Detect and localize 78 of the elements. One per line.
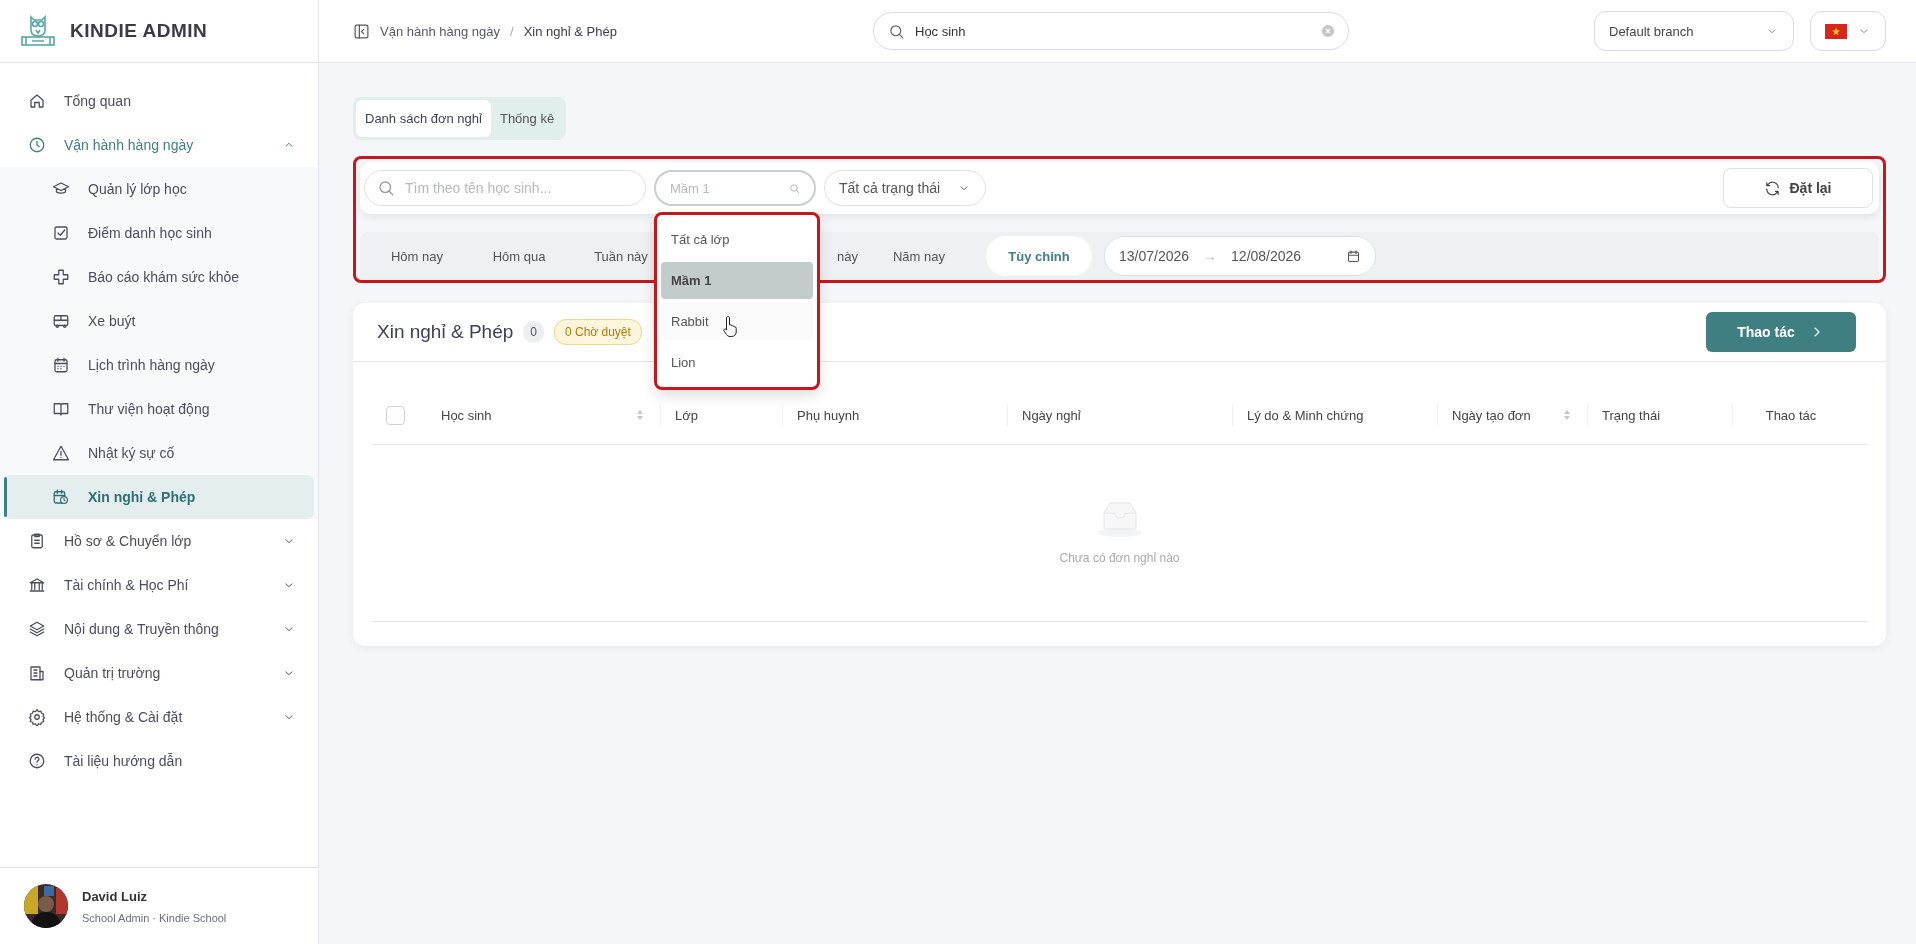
select-all-checkbox[interactable] — [386, 405, 405, 425]
count-badge: 0 — [523, 321, 544, 343]
period-tab[interactable]: này — [824, 236, 868, 276]
logo-icon — [20, 15, 56, 47]
dropdown-option[interactable]: Lion — [661, 344, 813, 381]
sidebar-item[interactable]: Lịch trình hàng ngày — [0, 343, 318, 387]
sidebar-item[interactable]: Xe buýt — [0, 299, 318, 343]
period-tab[interactable]: Năm nay — [868, 236, 970, 276]
reset-button[interactable]: Đặt lại — [1723, 168, 1873, 208]
column-header[interactable]: Phụ huynh — [782, 404, 1007, 426]
plus-cross-icon — [52, 268, 70, 286]
calendar-icon — [52, 356, 70, 374]
clipboard-icon — [28, 532, 46, 550]
sidebar-item[interactable]: Quản trị trường — [0, 651, 318, 695]
calendar-icon — [1346, 248, 1361, 264]
sidebar-item[interactable]: Tổng quan — [0, 79, 318, 123]
sort-icon[interactable] — [636, 409, 644, 421]
building-icon — [28, 664, 46, 682]
view-tab[interactable]: Thống kê — [490, 100, 564, 137]
sidebar-item[interactable]: Hệ thống & Cài đặt — [0, 695, 318, 739]
column-header[interactable]: Ngày tạo đơn — [1437, 404, 1587, 426]
breadcrumb-separator: / — [510, 23, 514, 39]
date-range-field[interactable]: 13/07/2026 → 12/08/2026 — [1104, 236, 1376, 276]
sidebar-item[interactable]: Hồ sơ & Chuyển lớp — [0, 519, 318, 563]
checkbox-icon — [52, 224, 70, 242]
sidebar-toggle-icon — [353, 22, 370, 40]
dropdown-option[interactable]: Mầm 1 — [661, 262, 813, 299]
language-select[interactable] — [1810, 11, 1886, 51]
flag-icon — [1825, 23, 1847, 39]
sidebar-item[interactable]: Quản lý lớp học — [0, 167, 318, 211]
column-header[interactable]: Học sinh — [427, 404, 660, 426]
sidebar-item[interactable]: Thư viện hoạt động — [0, 387, 318, 431]
bank-icon — [28, 576, 46, 594]
sidebar-item[interactable]: Tài chính & Học Phí — [0, 563, 318, 607]
sidebar-item[interactable]: Điểm danh học sinh — [0, 211, 318, 255]
column-header[interactable]: Lớp — [660, 404, 782, 426]
sidebar-item[interactable]: Nhật ký sự cố — [0, 431, 318, 475]
sidebar-item[interactable]: Nội dung & Truyền thông — [0, 607, 318, 651]
search-icon — [789, 182, 800, 194]
help-icon — [28, 752, 46, 770]
actions-button[interactable]: Thao tác — [1706, 312, 1856, 352]
clear-icon[interactable] — [1322, 25, 1334, 37]
dropdown-option[interactable]: Rabbit — [661, 303, 813, 340]
period-tab[interactable]: Tùy chỉnh — [986, 236, 1092, 276]
clock-icon — [28, 136, 46, 154]
sidebar-item[interactable]: Báo cáo khám sức khỏe — [0, 255, 318, 299]
breadcrumb-item[interactable]: Xin nghỉ & Phép — [523, 23, 617, 39]
search-icon — [888, 22, 905, 40]
empty-message: Chưa có đơn nghỉ nào — [1059, 551, 1180, 565]
book-icon — [52, 400, 70, 418]
sidebar-item[interactable]: Vận hành hàng ngày — [0, 123, 318, 167]
panel-title: Xin nghỉ & Phép — [377, 321, 514, 343]
period-tab[interactable]: Hôm qua — [468, 236, 570, 276]
view-tab[interactable]: Danh sách đơn nghỉ — [356, 100, 491, 137]
column-header[interactable]: Thao tác — [1732, 404, 1849, 426]
sidebar-item[interactable]: Tài liệu hướng dẫn — [0, 739, 318, 783]
sort-icon[interactable] — [1563, 409, 1571, 421]
user-role: School Admin · Kindie School — [82, 911, 227, 924]
period-tab[interactable]: Hôm nay — [366, 236, 468, 276]
user-name: David Luiz — [82, 888, 148, 904]
search-icon — [377, 179, 395, 197]
calendar-clock-icon — [52, 488, 70, 506]
sidebar-item[interactable]: Xin nghỉ & Phép — [4, 475, 314, 519]
column-header[interactable]: Ngày nghỉ — [1007, 404, 1232, 426]
brand-name: KINDIE ADMIN — [70, 20, 208, 42]
pending-badge: 0 Chờ duyệt — [553, 319, 642, 345]
warning-icon — [52, 444, 70, 462]
branch-select[interactable]: Default branch — [1594, 11, 1794, 51]
refresh-icon — [1764, 179, 1782, 197]
home-icon — [28, 92, 46, 110]
layers-icon — [28, 620, 46, 638]
range-arrow: → — [1203, 248, 1218, 264]
breadcrumb-item[interactable]: Vận hành hàng ngày — [380, 23, 500, 39]
column-header[interactable]: Lý do & Minh chứng — [1232, 404, 1437, 426]
hand-cursor-icon — [723, 315, 739, 337]
settings-icon — [28, 708, 46, 726]
column-header[interactable]: Trạng thái — [1587, 404, 1732, 426]
bus-icon — [52, 312, 70, 330]
